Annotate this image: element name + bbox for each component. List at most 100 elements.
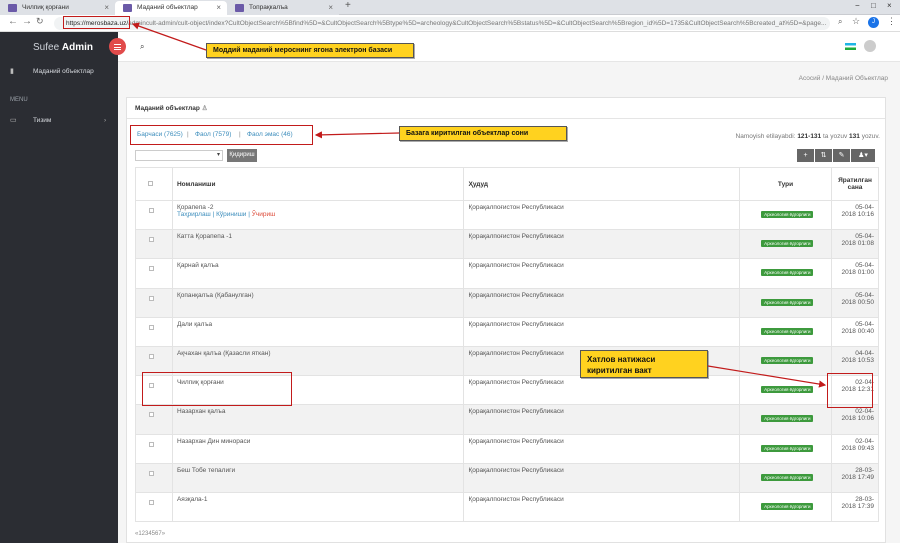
object-name[interactable]: Қорапепа -2 — [177, 204, 214, 211]
type-cell: Археология ёдгорлиги — [739, 287, 832, 318]
table-row[interactable]: Қарнай қалъа Қорақалпоғистон Республикас… — [135, 258, 880, 289]
row-checkbox[interactable] — [149, 412, 154, 418]
row-checkbox[interactable] — [149, 353, 154, 359]
row-checkbox-cell[interactable] — [135, 404, 173, 435]
row-checkbox-cell[interactable] — [135, 287, 173, 318]
browser-tab-3[interactable]: Топрақкалъа × — [227, 1, 339, 15]
created-time: 2018 10:53 — [841, 356, 874, 364]
region-cell: Қорақалпоғистон Республикаси — [463, 287, 741, 318]
search-button[interactable]: Қидириш — [227, 149, 257, 162]
object-name[interactable]: Ақчахан қалъа (Қазасли яткан) — [177, 350, 271, 357]
row-checkbox-cell[interactable] — [135, 433, 173, 464]
sidebar-item-system[interactable]: ▭ Тизим › — [0, 112, 118, 130]
brand-light: Sufee — [33, 42, 60, 53]
object-name[interactable]: Қопанқалъа (Қабанулган) — [177, 292, 254, 299]
settings-button[interactable]: ✎ — [833, 149, 850, 162]
back-icon[interactable]: ← — [8, 16, 18, 27]
plus-icon: + — [803, 152, 808, 159]
table-row[interactable]: Назархан қалъа Қорақалпоғистон Республик… — [135, 404, 880, 435]
row-checkbox-cell[interactable] — [135, 258, 173, 289]
name-cell: Қарнай қалъа — [171, 258, 465, 289]
table-row[interactable]: Назархан Дин минораси Қорақалпоғистон Ре… — [135, 433, 880, 464]
browser-toolbar: ← → ↻ https://merosbaza.uz/admincult-adm… — [0, 15, 900, 32]
new-tab-icon[interactable]: + — [345, 0, 351, 11]
row-checkbox[interactable] — [149, 266, 154, 272]
row-checkbox-cell[interactable] — [135, 491, 173, 523]
select-all-checkbox[interactable] — [148, 180, 153, 186]
sidebar-item-cultural-objects[interactable]: ▮ Маданий объектлар — [0, 63, 118, 81]
region-cell: Қорақалпоғистон Республикаси — [463, 375, 741, 406]
view-link[interactable]: Кўриниши — [216, 211, 246, 218]
row-checkbox-cell[interactable] — [135, 462, 173, 493]
created-date: 05-04- — [855, 262, 874, 270]
url-highlight-box — [63, 16, 130, 29]
menu-kebab-icon[interactable]: ⋮ — [887, 16, 896, 27]
language-flag-icon[interactable] — [845, 43, 856, 50]
created-time: 2018 10:06 — [841, 415, 874, 423]
column-header-region[interactable]: Ҳудуд — [463, 167, 741, 201]
object-name[interactable]: Катта Қорапепа -1 — [177, 233, 232, 240]
zoom-icon[interactable]: ⌕ — [838, 17, 842, 27]
select-all-cell[interactable] — [135, 167, 173, 201]
menu-toggle-button[interactable] — [109, 38, 126, 55]
type-badge: Археология ёдгорлиги — [761, 211, 814, 218]
user-avatar[interactable] — [864, 40, 876, 52]
pagination[interactable]: «1234567» — [135, 531, 165, 537]
table-row[interactable]: Қопанқалъа (Қабанулган) Қорақалпоғистон … — [135, 287, 880, 318]
object-name[interactable]: Назархан Дин минораси — [177, 438, 250, 445]
type-badge: Археология ёдгорлиги — [761, 502, 814, 510]
object-name[interactable]: Беш Тобе тепалиги — [177, 467, 235, 474]
row-checkbox[interactable] — [149, 499, 154, 505]
column-header-created[interactable]: Яратилган сана — [830, 167, 880, 201]
browser-tab-label: Маданий объектлар — [137, 4, 198, 11]
edit-link[interactable]: Таҳрирлаш — [177, 211, 211, 218]
delete-link[interactable]: Ўчириш — [252, 211, 276, 218]
row-checkbox[interactable] — [149, 470, 154, 476]
filter-select[interactable]: ▾ — [135, 150, 223, 161]
region-cell: Қорақалпоғистон Республикаси — [463, 433, 741, 464]
row-checkbox[interactable] — [149, 441, 154, 447]
row-checkbox[interactable] — [149, 237, 154, 243]
close-icon[interactable]: × — [104, 1, 109, 14]
table-row[interactable]: Катта Қорапепа -1 Қорақалпоғистон Респуб… — [135, 229, 880, 260]
column-header-type[interactable]: Тури — [739, 167, 832, 201]
row-checkbox[interactable] — [149, 208, 154, 213]
created-time: 2018 00:40 — [841, 327, 874, 335]
column-header-name[interactable]: Номланиши — [171, 167, 465, 201]
table-header-row: Номланиши Ҳудуд Тури Яратилган сана — [135, 167, 880, 201]
browser-tab-1[interactable]: Чилпиқ қорғани × — [0, 1, 115, 15]
reload-icon[interactable]: ↻ — [36, 16, 44, 27]
maximize-icon[interactable]: □ — [871, 1, 876, 10]
sort-button[interactable]: ⇅ — [815, 149, 832, 162]
date-highlight-box — [827, 373, 873, 408]
object-name[interactable]: Назархан қалъа — [177, 408, 226, 415]
user-dropdown-button[interactable]: ♟▾ — [851, 149, 875, 162]
object-name[interactable]: Дали қалъа — [177, 321, 212, 328]
laptop-icon: ▭ — [10, 117, 17, 124]
close-icon[interactable]: × — [216, 1, 221, 14]
window-close-icon[interactable]: × — [887, 1, 892, 10]
object-name[interactable]: Аязқала-1 — [177, 496, 207, 503]
browser-tab-2[interactable]: Маданий объектлар × — [115, 1, 227, 15]
bookmark-star-icon[interactable]: ☆ — [852, 16, 860, 27]
object-name[interactable]: Қарнай қалъа — [177, 262, 219, 269]
row-checkbox[interactable] — [149, 324, 154, 330]
type-cell: Археология ёдгорлиги — [739, 462, 832, 493]
row-checkbox-cell[interactable] — [135, 199, 173, 231]
row-checkbox-cell[interactable] — [135, 229, 173, 260]
table-row[interactable]: Дали қалъа Қорақалпоғистон Республикаси … — [135, 316, 880, 347]
profile-avatar[interactable]: J — [868, 17, 879, 28]
row-checkbox-cell[interactable] — [135, 316, 173, 347]
sidebar-item-label: Тизим — [33, 117, 52, 124]
address-bar[interactable]: https://merosbaza.uz/admincult-admin/cul… — [54, 17, 830, 30]
minimize-icon[interactable]: − — [855, 1, 860, 10]
forward-icon[interactable]: → — [22, 16, 32, 27]
table-row[interactable]: Аязқала-1 Қорақалпоғистон Республикаси А… — [135, 491, 880, 523]
table-row[interactable]: Беш Тобе тепалиги Қорақалпоғистон Респуб… — [135, 462, 880, 493]
brand-logo[interactable]: Sufee Admin — [33, 42, 93, 53]
search-icon[interactable]: ⌕ — [140, 42, 144, 52]
add-button[interactable]: + — [797, 149, 814, 162]
table-row[interactable]: Қорапепа -2 Таҳрирлаш | Кўриниши | Ўчири… — [135, 199, 880, 231]
close-icon[interactable]: × — [328, 1, 333, 14]
row-checkbox[interactable] — [149, 295, 154, 301]
